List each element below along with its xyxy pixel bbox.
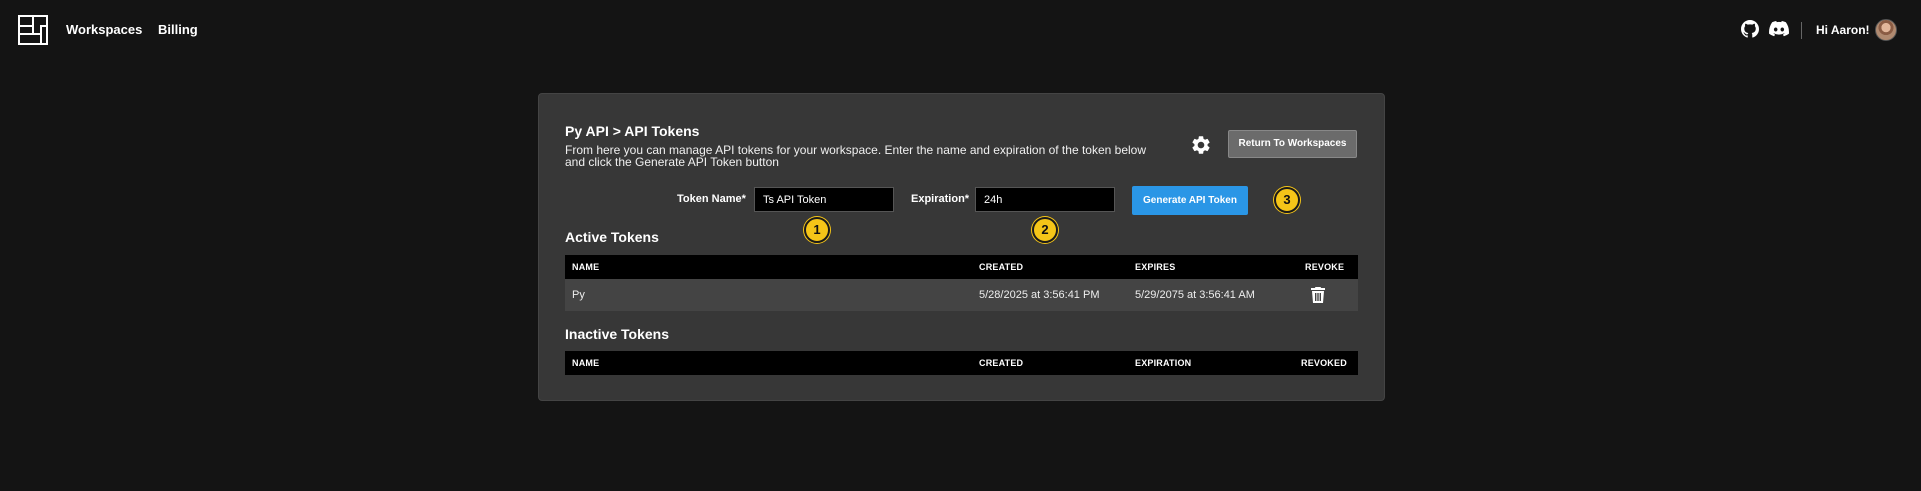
return-to-workspaces-button[interactable]: Return To Workspaces — [1228, 130, 1357, 158]
page-description: From here you can manage API tokens for … — [565, 143, 1146, 169]
active-tokens-table: NAME CREATED EXPIRES REVOKE Py 5/28/2025… — [565, 255, 1358, 311]
column-header-expiration: EXPIRATION — [1135, 358, 1192, 368]
annotation-marker-2: 2 — [1032, 217, 1058, 243]
api-tokens-card: Py API > API Tokens From here you can ma… — [538, 93, 1385, 401]
user-greeting[interactable]: Hi Aaron! — [1816, 23, 1870, 37]
top-navigation-bar: Workspaces Billing Hi Aaron! — [0, 0, 1921, 62]
trash-icon[interactable] — [1311, 287, 1325, 303]
github-icon[interactable] — [1741, 20, 1759, 38]
annotation-marker-1: 1 — [804, 217, 830, 243]
table-header: NAME CREATED EXPIRES REVOKE — [565, 255, 1358, 279]
inactive-tokens-table: NAME CREATED EXPIRATION REVOKED — [565, 351, 1358, 375]
token-name-cell: Py — [572, 289, 585, 301]
token-name-label: Token Name* — [677, 193, 746, 205]
generate-api-token-button[interactable]: Generate API Token — [1132, 186, 1248, 215]
table-row: Py 5/28/2025 at 3:56:41 PM 5/29/2075 at … — [565, 279, 1358, 311]
user-avatar[interactable] — [1875, 19, 1897, 41]
expiration-input[interactable] — [975, 187, 1115, 212]
token-expires-cell: 5/29/2075 at 3:56:41 AM — [1135, 289, 1255, 301]
column-header-expires: EXPIRES — [1135, 262, 1176, 272]
table-header: NAME CREATED EXPIRATION REVOKED — [565, 351, 1358, 375]
expiration-label: Expiration* — [911, 193, 970, 205]
column-header-name: NAME — [572, 358, 600, 368]
column-header-name: NAME — [572, 262, 600, 272]
nav-workspaces-link[interactable]: Workspaces — [66, 22, 142, 37]
gear-icon[interactable] — [1190, 134, 1212, 156]
active-tokens-heading: Active Tokens — [565, 229, 659, 245]
nav-divider — [1801, 22, 1802, 39]
column-header-created: CREATED — [979, 358, 1024, 368]
column-header-created: CREATED — [979, 262, 1024, 272]
discord-icon[interactable] — [1769, 20, 1789, 38]
token-created-cell: 5/28/2025 at 3:56:41 PM — [979, 289, 1100, 301]
inactive-tokens-heading: Inactive Tokens — [565, 326, 670, 342]
column-header-revoked: REVOKED — [1301, 358, 1347, 368]
app-logo-icon[interactable] — [18, 15, 48, 45]
page-title: Py API > API Tokens — [565, 123, 700, 139]
token-name-input[interactable] — [754, 187, 894, 212]
nav-billing-link[interactable]: Billing — [158, 22, 198, 37]
annotation-marker-3: 3 — [1274, 187, 1300, 213]
column-header-revoke: REVOKE — [1305, 262, 1345, 272]
